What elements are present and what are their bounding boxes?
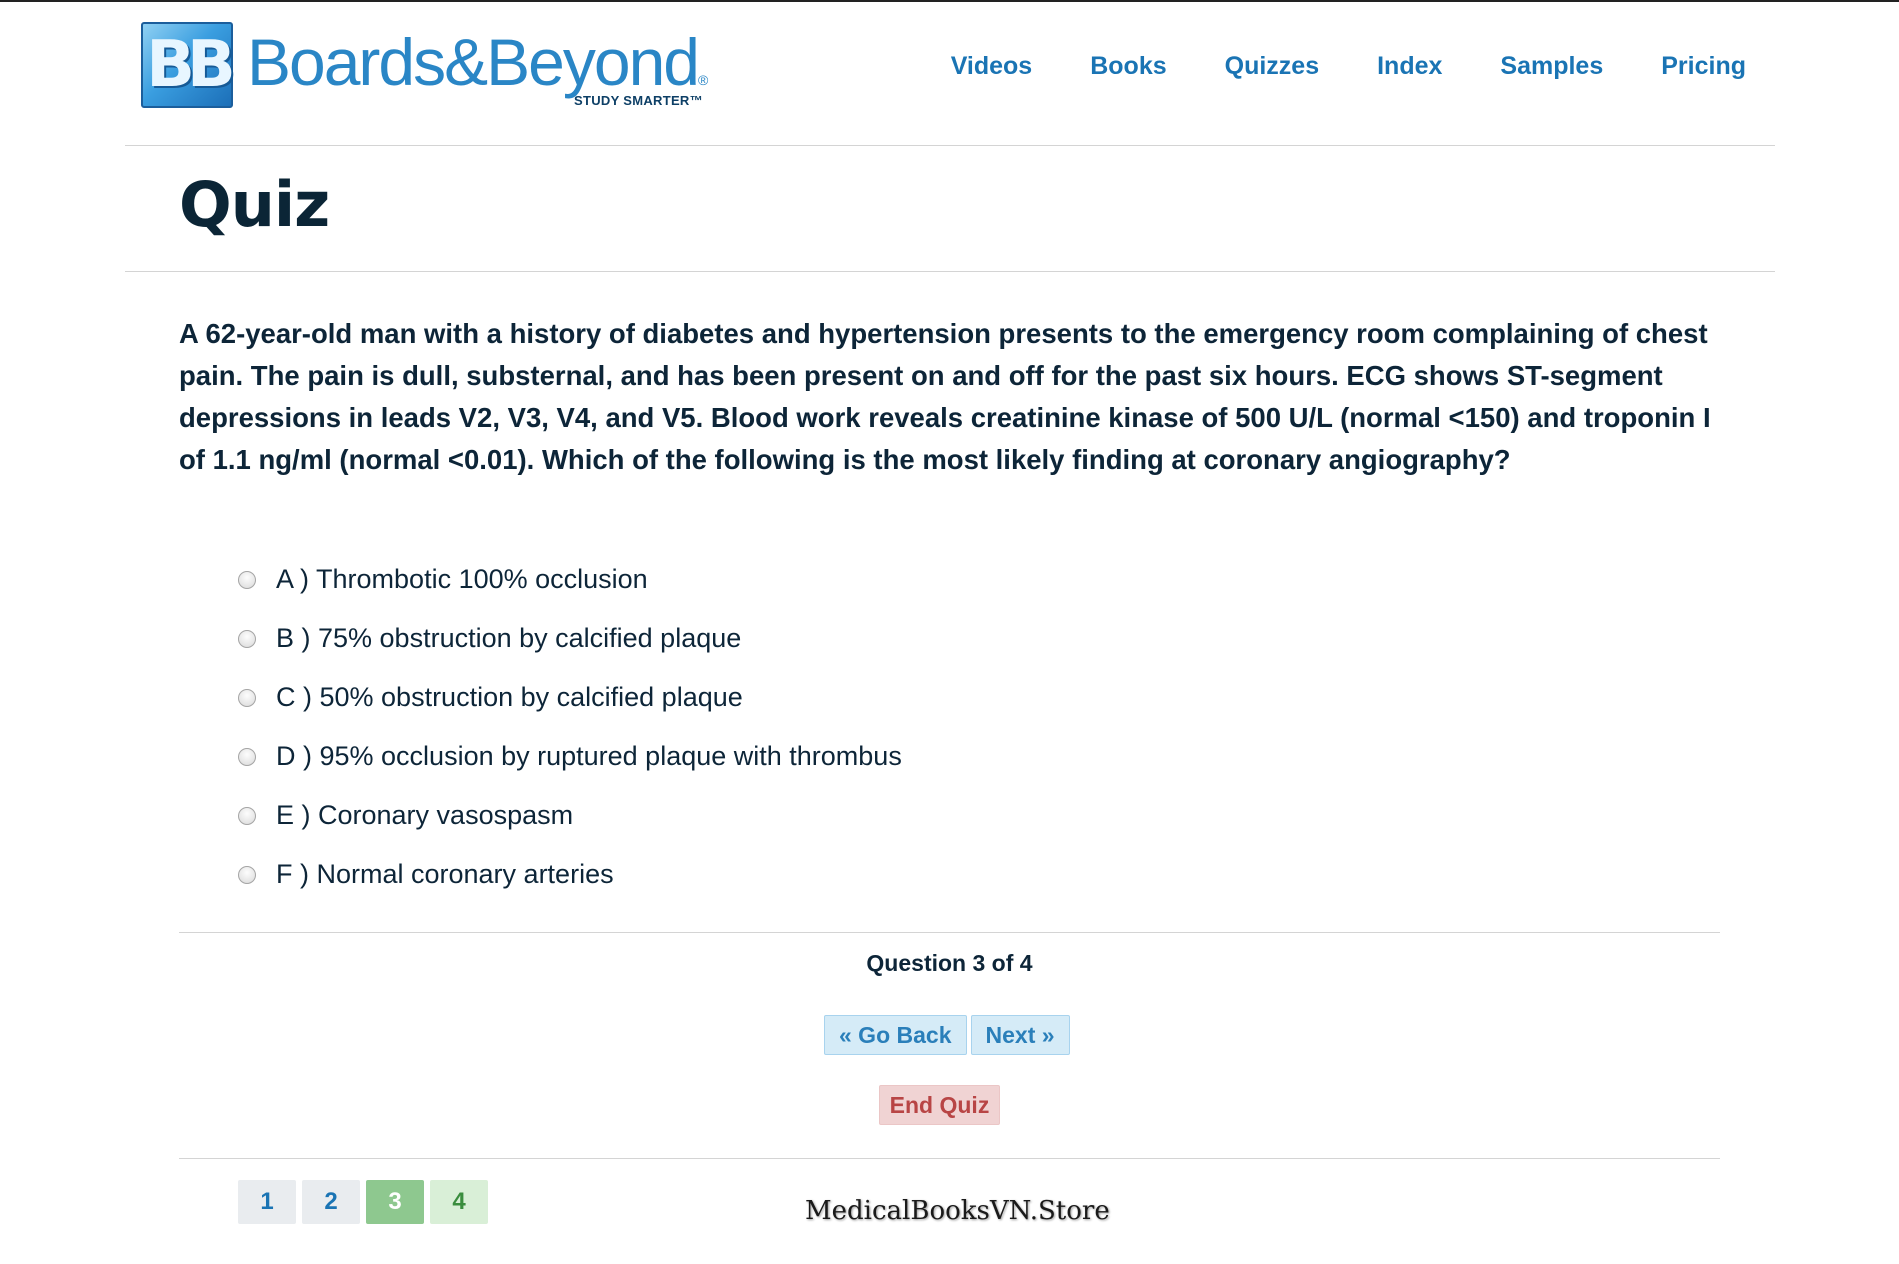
question-counter: Question 3 of 4	[866, 950, 1033, 976]
option-b[interactable]: B ) 75% obstruction by calcified plaque	[238, 609, 902, 668]
registered-mark: ®	[698, 72, 709, 88]
radio-button[interactable]	[238, 629, 256, 648]
footer-divider	[179, 1158, 1720, 1159]
page-title: Quiz	[179, 168, 330, 241]
question-nav: « Go Back Next »	[824, 1015, 1074, 1055]
question-text: A 62-year-old man with a history of diab…	[179, 318, 1711, 475]
nav-books[interactable]: Books	[1090, 52, 1166, 81]
option-c[interactable]: C ) 50% obstruction by calcified plaque	[238, 668, 902, 727]
logo-text: Boards&Beyond® STUDY SMARTER™	[247, 22, 717, 112]
option-e[interactable]: E ) Coronary vasospasm	[238, 786, 902, 845]
brand-tagline: STUDY SMARTER™	[574, 93, 703, 108]
option-label: A ) Thrombotic 100% occlusion	[276, 564, 648, 594]
radio-button[interactable]	[238, 865, 256, 884]
option-label: D ) 95% occlusion by ruptured plaque wit…	[276, 741, 902, 771]
main-nav: Videos Books Quizzes Index Samples Prici…	[951, 52, 1746, 81]
nav-index[interactable]: Index	[1377, 52, 1442, 81]
go-back-button[interactable]: « Go Back	[824, 1015, 967, 1055]
nav-quizzes[interactable]: Quizzes	[1225, 52, 1319, 81]
option-label: C ) 50% obstruction by calcified plaque	[276, 682, 743, 712]
radio-button[interactable]	[238, 570, 256, 589]
brand-name-text: Boards&Beyond	[247, 25, 700, 99]
nav-samples[interactable]: Samples	[1500, 52, 1603, 81]
top-border	[0, 0, 1899, 2]
nav-pricing[interactable]: Pricing	[1661, 52, 1746, 81]
question-pager: 1 2 3 4	[238, 1180, 494, 1224]
page-button-2[interactable]: 2	[302, 1180, 360, 1224]
next-button[interactable]: Next »	[970, 1015, 1070, 1055]
options-divider	[179, 932, 1720, 933]
page-button-3[interactable]: 3	[366, 1180, 424, 1224]
brand-logo[interactable]: BB Boards&Beyond® STUDY SMARTER™	[141, 22, 717, 112]
option-label: B ) 75% obstruction by calcified plaque	[276, 623, 742, 653]
option-a[interactable]: A ) Thrombotic 100% occlusion	[238, 550, 902, 609]
radio-button[interactable]	[238, 747, 256, 766]
nav-videos[interactable]: Videos	[951, 52, 1033, 81]
option-label: F ) Normal coronary arteries	[276, 859, 614, 889]
answer-options: A ) Thrombotic 100% occlusion B ) 75% ob…	[238, 550, 902, 904]
logo-mark-icon: BB	[141, 22, 236, 108]
option-d[interactable]: D ) 95% occlusion by ruptured plaque wit…	[238, 727, 902, 786]
end-quiz-button[interactable]: End Quiz	[879, 1085, 1000, 1125]
header-divider	[125, 145, 1775, 146]
radio-button[interactable]	[238, 688, 256, 707]
page-button-1[interactable]: 1	[238, 1180, 296, 1224]
radio-button[interactable]	[238, 806, 256, 825]
page-button-4[interactable]: 4	[430, 1180, 488, 1224]
option-label: E ) Coronary vasospasm	[276, 800, 574, 830]
option-f[interactable]: F ) Normal coronary arteries	[238, 845, 902, 904]
title-divider	[125, 271, 1775, 272]
watermark-text: MedicalBooksVN.Store	[805, 1196, 1110, 1226]
